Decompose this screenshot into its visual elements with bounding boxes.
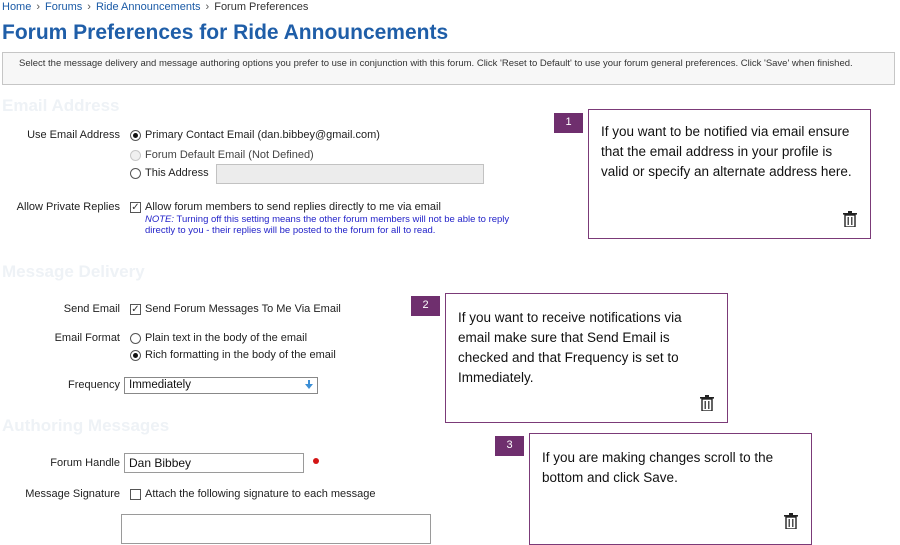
frequency-label: Frequency xyxy=(68,379,120,391)
tip-2-delete-trash-icon[interactable] xyxy=(700,395,714,411)
primary-email-option-label: Primary Contact Email (dan.bibbey@gmail.… xyxy=(145,129,380,141)
forum-default-email-radio xyxy=(130,150,141,161)
tip-3-text: If you are making changes scroll to the … xyxy=(542,450,774,485)
primary-email-radio[interactable] xyxy=(130,130,141,141)
breadcrumb-separator: › xyxy=(205,1,210,13)
breadcrumb-separator: › xyxy=(87,1,91,13)
forum-handle-label: Forum Handle xyxy=(50,457,120,469)
private-replies-note: NOTE: Turning off this setting means the… xyxy=(145,214,585,236)
page-title: Forum Preferences for Ride Announcements xyxy=(2,21,449,44)
frequency-selected-value: Immediately xyxy=(129,379,191,391)
send-email-checkbox[interactable]: ✓ xyxy=(130,304,141,315)
section-heading-message-delivery: Message Delivery xyxy=(2,262,145,281)
plain-text-format-option-label: Plain text in the body of the email xyxy=(145,332,308,344)
attach-signature-checkbox[interactable] xyxy=(130,489,141,500)
email-format-label: Email Format xyxy=(54,332,120,344)
breadcrumb-home-link[interactable]: Home xyxy=(2,1,31,13)
tip-3-number-badge: 3 xyxy=(495,436,524,456)
tip-2-box: If you want to receive notifications via… xyxy=(445,293,728,423)
this-address-radio[interactable] xyxy=(130,168,141,179)
rich-format-option-label: Rich formatting in the body of the email xyxy=(145,349,336,361)
this-address-option-label: This Address xyxy=(145,167,209,179)
tip-2-text: If you want to receive notifications via… xyxy=(458,310,682,385)
allow-private-replies-option-label: Allow forum members to send replies dire… xyxy=(145,201,441,213)
tip-2-number-badge: 2 xyxy=(411,296,440,316)
tip-1-delete-trash-icon[interactable] xyxy=(843,211,857,227)
section-heading-email-address: Email Address xyxy=(2,96,120,115)
breadcrumb: Home › Forums › Ride Announcements › Forum Pre… xyxy=(2,1,308,13)
note-prefix: NOTE: xyxy=(145,214,175,225)
forum-handle-input[interactable] xyxy=(124,453,304,473)
this-address-input[interactable] xyxy=(216,164,484,184)
checkmark-icon: ✓ xyxy=(131,202,140,213)
signature-textarea[interactable] xyxy=(121,514,431,544)
breadcrumb-forums-link[interactable]: Forums xyxy=(45,1,82,13)
tip-1-number-badge: 1 xyxy=(554,113,583,133)
allow-private-replies-label: Allow Private Replies xyxy=(16,201,120,213)
send-email-option-label: Send Forum Messages To Me Via Email xyxy=(145,303,341,315)
required-indicator-icon xyxy=(313,458,319,464)
checkmark-icon: ✓ xyxy=(131,304,140,315)
plain-text-format-radio[interactable] xyxy=(130,333,141,344)
allow-private-replies-checkbox[interactable]: ✓ xyxy=(130,202,141,213)
note-line-1: Turning off this setting means the other… xyxy=(176,214,510,225)
use-email-address-label: Use Email Address xyxy=(27,129,120,141)
breadcrumb-current: Forum Preferences xyxy=(214,1,309,13)
tip-3-box: If you are making changes scroll to the … xyxy=(529,433,812,545)
section-heading-authoring-messages: Authoring Messages xyxy=(2,416,170,435)
dropdown-arrow-icon xyxy=(305,380,313,389)
tip-1-box: If you want to be notified via email ens… xyxy=(588,109,871,239)
intro-text: Select the message delivery and message … xyxy=(19,58,853,69)
send-email-label: Send Email xyxy=(63,303,120,315)
message-signature-label: Message Signature xyxy=(25,488,120,500)
forum-default-email-option-label: Forum Default Email (Not Defined) xyxy=(145,149,314,161)
tip-3-delete-trash-icon[interactable] xyxy=(784,513,798,529)
rich-format-radio[interactable] xyxy=(130,350,141,361)
breadcrumb-ride-announcements-link[interactable]: Ride Announcements xyxy=(96,1,201,13)
attach-signature-option-label: Attach the following signature to each m… xyxy=(145,488,376,500)
breadcrumb-separator: › xyxy=(36,1,41,13)
tip-1-text: If you want to be notified via email ens… xyxy=(601,124,852,179)
note-line-2: directly to you - their replies will be … xyxy=(145,225,436,236)
frequency-select[interactable]: Immediately xyxy=(124,377,318,394)
intro-panel: Select the message delivery and message … xyxy=(2,52,895,85)
